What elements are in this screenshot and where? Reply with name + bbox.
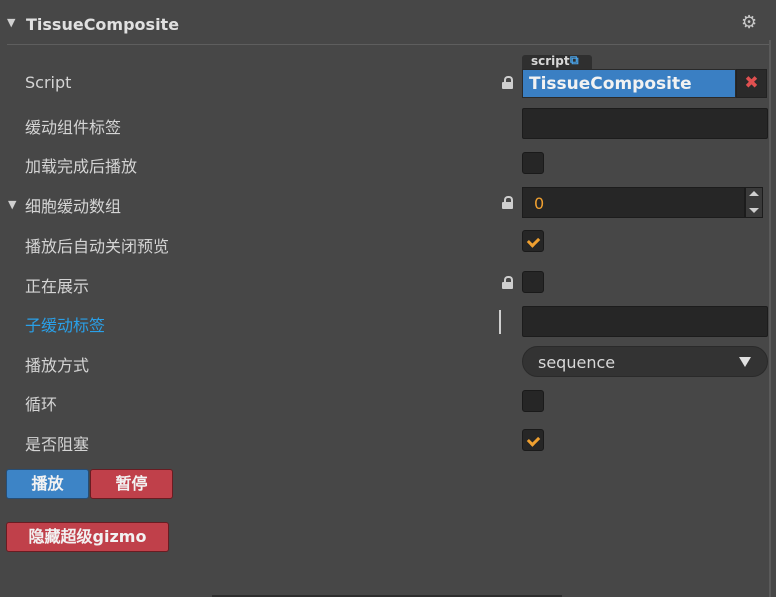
- clear-script-button[interactable]: ✖: [736, 69, 767, 98]
- script-label: Script: [25, 73, 72, 92]
- play-button[interactable]: 播放: [6, 469, 89, 499]
- play-on-load-checkbox[interactable]: [522, 152, 544, 174]
- spinner-down-icon[interactable]: [749, 208, 759, 213]
- text-cursor: [499, 310, 501, 334]
- blocking-checkbox[interactable]: [522, 429, 544, 451]
- script-field-value: TissueComposite: [529, 74, 692, 94]
- hide-gizmo-button[interactable]: 隐藏超级gizmo: [6, 522, 169, 552]
- lock-icon: [502, 76, 513, 89]
- header-divider: [7, 44, 769, 45]
- auto-close-preview-checkbox[interactable]: [522, 230, 544, 252]
- showing-checkbox[interactable]: [522, 271, 544, 293]
- showing-label: 正在展示: [25, 277, 90, 296]
- dropdown-arrow-icon: [739, 357, 751, 367]
- collapse-triangle-icon[interactable]: ▼: [7, 16, 15, 29]
- sub-tween-label-label: 子缓动标签: [25, 316, 106, 335]
- tween-label-input[interactable]: [522, 108, 768, 139]
- sub-tween-label-input[interactable]: [522, 306, 768, 337]
- script-tag[interactable]: script ⧉: [522, 53, 592, 69]
- cell-array-spinner[interactable]: [745, 187, 763, 218]
- component-header[interactable]: ▼ TissueComposite ⚙: [0, 0, 776, 44]
- cell-array-label: 细胞缓动数组: [25, 197, 122, 216]
- script-tag-label: script: [531, 54, 570, 68]
- checkmark-icon: [526, 234, 541, 248]
- cell-array-size-input[interactable]: 0: [522, 187, 745, 218]
- loop-checkbox[interactable]: [522, 390, 544, 412]
- external-link-icon[interactable]: ⧉: [570, 53, 579, 68]
- play-mode-value: sequence: [538, 353, 616, 372]
- cell-array-size-value: 0: [534, 194, 545, 213]
- tween-label-label: 缓动组件标签: [25, 118, 122, 137]
- lock-icon: [502, 196, 513, 209]
- play-on-load-label: 加载完成后播放: [25, 157, 138, 176]
- play-mode-select[interactable]: sequence: [522, 346, 768, 377]
- pause-button[interactable]: 暂停: [90, 469, 173, 499]
- script-field[interactable]: TissueComposite: [522, 69, 736, 98]
- expand-triangle-icon[interactable]: ▼: [8, 198, 16, 211]
- loop-label: 循环: [25, 395, 58, 414]
- play-mode-label: 播放方式: [25, 356, 90, 375]
- gear-icon[interactable]: ⚙: [741, 14, 757, 32]
- component-title: TissueComposite: [26, 15, 180, 34]
- scrollbar[interactable]: [769, 40, 771, 597]
- spinner-up-icon[interactable]: [749, 191, 759, 196]
- checkmark-icon: [526, 433, 541, 447]
- blocking-label: 是否阻塞: [25, 435, 90, 454]
- auto-close-preview-label: 播放后自动关闭预览: [25, 237, 170, 256]
- lock-icon: [502, 276, 513, 289]
